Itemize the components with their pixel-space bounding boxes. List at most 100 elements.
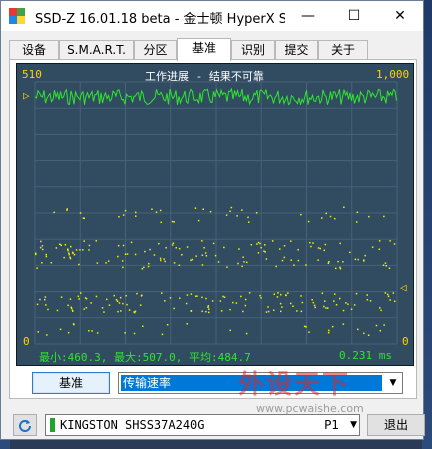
minimize-icon: — xyxy=(301,8,315,24)
maximize-button[interactable]: ☐ xyxy=(331,1,377,31)
graph-point xyxy=(41,262,43,264)
tab-submit[interactable]: 提交 xyxy=(275,40,318,60)
graph-point xyxy=(73,253,76,256)
graph-label-bottom-left: 0 xyxy=(23,335,30,348)
graph-point xyxy=(250,244,253,246)
refresh-button[interactable] xyxy=(13,414,37,436)
graph-point xyxy=(327,331,330,334)
graph-point xyxy=(319,247,321,250)
graph-point xyxy=(68,252,70,254)
graph-point xyxy=(244,298,247,301)
graph-point xyxy=(166,324,169,326)
graph-point xyxy=(126,253,129,255)
graph-point xyxy=(364,254,366,257)
graph-point xyxy=(60,296,63,298)
graph-point xyxy=(95,240,97,242)
drive-select[interactable]: KINGSTON SHSS37A240G P1 ▼ xyxy=(45,414,360,436)
graph-point xyxy=(190,259,192,262)
graph-point xyxy=(363,332,365,335)
graph-point xyxy=(248,292,251,294)
title-bar[interactable]: SSD-Z 16.01.18 beta - 金士顿 HyperX Sav — ☐… xyxy=(1,1,423,31)
drive-status-indicator xyxy=(50,418,55,432)
graph-point xyxy=(103,311,105,313)
graph-point xyxy=(229,329,231,332)
graph-point xyxy=(343,206,345,208)
graph-point xyxy=(126,303,128,306)
graph-point xyxy=(190,310,192,312)
graph-point xyxy=(367,334,370,336)
graph-point xyxy=(277,292,279,294)
graph-point xyxy=(134,311,136,314)
graph-point xyxy=(56,309,59,312)
graph-point xyxy=(208,311,210,314)
graph-point xyxy=(378,240,381,242)
graph-point xyxy=(300,295,302,297)
graph-point xyxy=(195,255,197,257)
graph-point xyxy=(164,300,166,302)
graph-point xyxy=(238,248,240,250)
graph-point xyxy=(387,293,389,296)
graph-point xyxy=(173,221,175,223)
tab-benchmark[interactable]: 基准 xyxy=(177,38,231,61)
graph-point xyxy=(334,293,336,295)
graph-point xyxy=(116,300,119,302)
graph-point xyxy=(88,330,90,332)
graph-point xyxy=(153,254,156,256)
tab-device[interactable]: 设备 xyxy=(9,40,59,60)
graph-point xyxy=(305,264,307,266)
graph-point xyxy=(339,242,341,245)
tab-smart[interactable]: S.M.A.R.T. xyxy=(59,40,134,60)
graph-point xyxy=(207,306,209,308)
graph-point xyxy=(280,310,282,313)
graph-point xyxy=(164,260,166,263)
graph-point xyxy=(305,326,307,328)
graph-point xyxy=(357,258,359,261)
close-button[interactable]: ✕ xyxy=(377,1,423,31)
minimize-button[interactable]: — xyxy=(285,1,331,31)
graph-point xyxy=(242,310,244,313)
graph-point xyxy=(223,296,226,298)
tab-about[interactable]: 关于 xyxy=(318,40,368,60)
graph-point xyxy=(117,255,119,258)
tab-partitions[interactable]: 分区 xyxy=(134,40,177,60)
graph-point xyxy=(55,247,58,249)
graph-point xyxy=(256,243,258,245)
graph-point xyxy=(207,305,210,307)
tab-identify[interactable]: 识别 xyxy=(231,40,275,60)
graph-point xyxy=(280,293,282,296)
graph-point xyxy=(118,302,121,304)
graph-point xyxy=(67,304,69,307)
graph-point xyxy=(345,302,347,304)
graph-point xyxy=(321,292,324,294)
graph-point xyxy=(75,249,78,251)
benchmark-button[interactable]: 基准 xyxy=(32,372,110,394)
graph-point xyxy=(148,262,150,265)
graph-point xyxy=(290,240,292,242)
graph-point xyxy=(37,331,39,333)
graph-point xyxy=(275,265,277,268)
test-type-select[interactable]: 传输速率 ▼ xyxy=(118,372,403,394)
graph-point xyxy=(259,242,261,245)
graph-point xyxy=(161,292,163,294)
graph-point xyxy=(290,302,292,305)
graph-point xyxy=(292,305,294,307)
graph-time: 0.231 ms xyxy=(339,349,392,362)
graph-point xyxy=(41,245,44,247)
graph-point xyxy=(53,211,55,214)
graph-point xyxy=(301,301,304,304)
graph-point xyxy=(163,258,165,260)
graph-point xyxy=(35,252,37,255)
graph-point xyxy=(159,257,162,260)
exit-button[interactable]: 退出 xyxy=(367,414,425,436)
graph-point xyxy=(337,260,339,263)
graph-point xyxy=(204,252,207,254)
graph-point xyxy=(293,264,295,266)
graph-point xyxy=(197,219,200,222)
graph-point xyxy=(44,296,47,298)
graph-point xyxy=(158,242,160,245)
graph-point xyxy=(307,220,310,223)
graph-point xyxy=(312,242,314,244)
drive-port: P1 xyxy=(324,418,339,432)
graph-point xyxy=(90,302,92,304)
refresh-icon xyxy=(19,420,31,432)
